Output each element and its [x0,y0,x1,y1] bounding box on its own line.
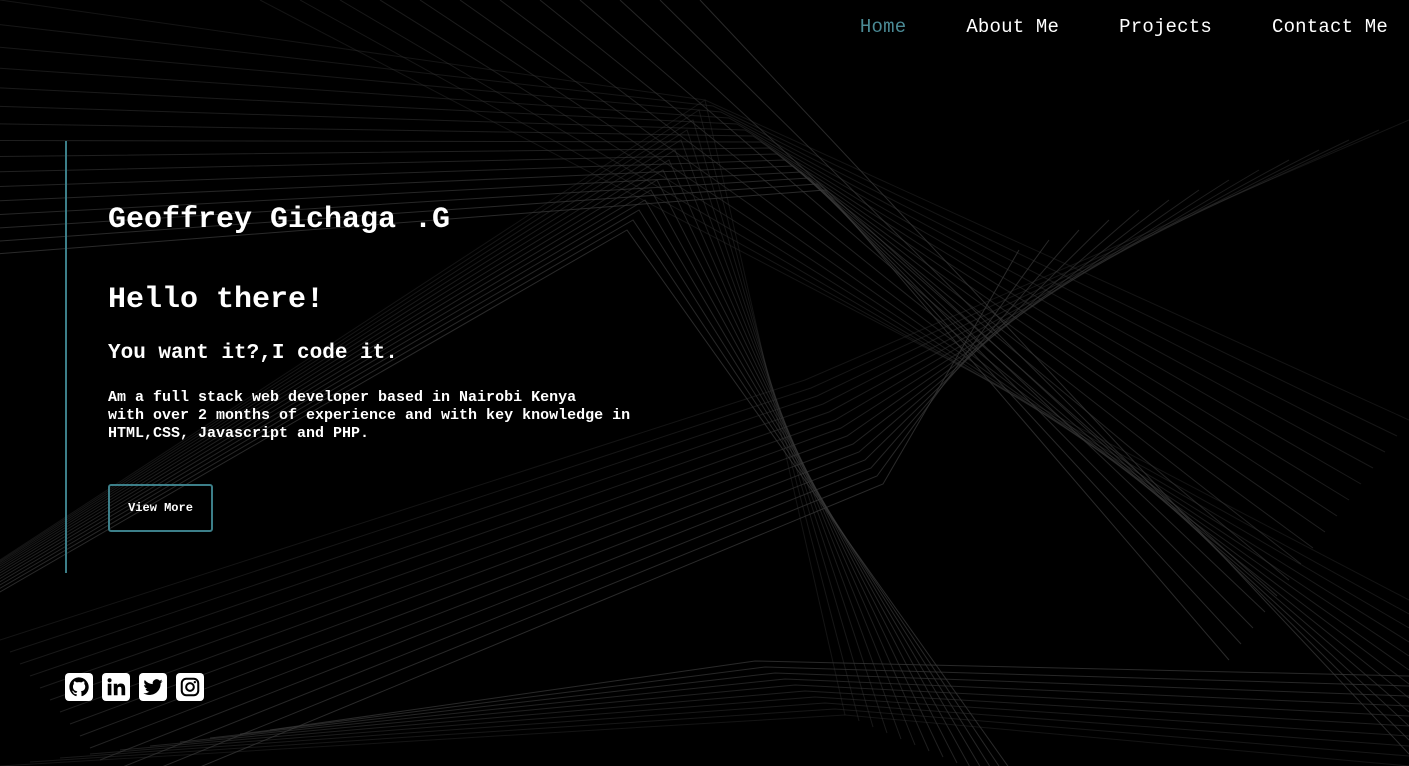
view-more-button[interactable]: View More [108,484,213,532]
instagram-icon[interactable] [176,673,204,701]
background-line [29,708,1409,763]
top-navigation: Home About Me Projects Contact Me [860,16,1388,38]
social-links [65,673,204,701]
nav-projects-link[interactable]: Projects [1119,16,1212,38]
background-line [659,0,1409,741]
nav-contact-link[interactable]: Contact Me [1272,16,1388,38]
linkedin-icon[interactable] [102,673,130,701]
bio-line: with over 2 months of experience and wit… [108,407,631,424]
bio-line: HTML,CSS, Javascript and PHP. [108,425,370,442]
tagline: You want it?,I code it. [108,342,398,365]
nav-home-link[interactable]: Home [860,16,906,38]
greeting-heading: Hello there! [108,283,325,317]
bio-paragraph: Am a full stack web developer based in N… [108,389,708,443]
background-line [209,672,1409,739]
github-icon[interactable] [65,673,93,701]
twitter-icon[interactable] [139,673,167,701]
hero-section: Geoffrey Gichaga .G Hello there! You wan… [65,141,717,573]
developer-name: Geoffrey Gichaga .G [108,203,451,237]
bio-line: Am a full stack web developer based in N… [108,389,577,406]
nav-about-link[interactable]: About Me [966,16,1059,38]
background-line [619,0,1409,727]
background-line [269,660,1409,731]
background-line [239,666,1409,735]
background-line [699,0,1409,755]
